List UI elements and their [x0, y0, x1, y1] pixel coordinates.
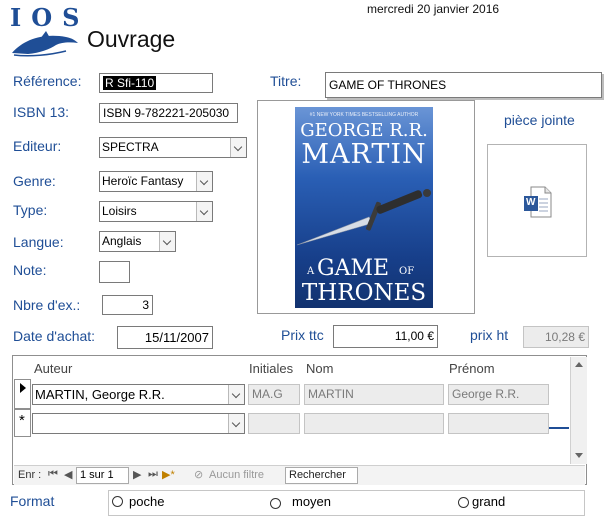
column-header-nom: Nom — [306, 361, 334, 376]
new-nom-field — [304, 413, 444, 434]
first-record-icon[interactable]: ⏮ — [48, 468, 58, 481]
auteurs-subform: Auteur Initiales Nom Prénom * MARTIN, Ge… — [12, 355, 587, 485]
langue-value: Anglais — [102, 234, 142, 248]
record-selector-new[interactable]: * — [14, 409, 31, 437]
record-selector-current[interactable] — [14, 379, 31, 409]
column-header-auteur: Auteur — [34, 361, 73, 376]
date-achat-label: Date d'achat: — [13, 328, 96, 344]
cover-title-game: GAME — [317, 256, 390, 281]
isbn-input[interactable]: ISBN 9-782221-205030 — [99, 103, 238, 123]
chevron-down-icon[interactable] — [196, 202, 212, 221]
langue-select[interactable]: Anglais — [99, 231, 176, 252]
cover-author-line2: MARTIN — [301, 139, 427, 170]
book-cover-image: #1 NEW YORK TIMES BESTSELLING AUTHOR GEO… — [295, 107, 433, 308]
logo-text: IOS — [10, 3, 90, 32]
cover-title-a: A — [307, 266, 315, 277]
editeur-label: Editeur: — [13, 138, 62, 154]
dolphin-icon — [12, 31, 78, 57]
genre-select[interactable]: Heroïc Fantasy — [99, 171, 213, 192]
titre-input[interactable]: GAME OF THRONES — [325, 72, 602, 98]
record-navigation-bar: Enr : ⏮ ◀ 1 sur 1 ▶ ⏭ ▶* ⊘ Aucun filtre … — [14, 465, 585, 485]
format-label: Format — [10, 493, 55, 509]
cover-top-line: #1 NEW YORK TIMES BESTSELLING AUTHOR — [309, 112, 419, 118]
format-radio-moyen[interactable] — [270, 498, 281, 509]
previous-record-icon[interactable]: ◀ — [64, 468, 72, 481]
new-initiales-field — [248, 413, 300, 434]
auteur-value: MARTIN, George R.R. — [35, 387, 165, 402]
no-filter-icon[interactable]: ⊘ — [194, 468, 203, 481]
new-record-marker: * — [19, 412, 25, 429]
chevron-down-icon[interactable] — [159, 232, 175, 251]
sword-icon — [296, 189, 431, 246]
prenom-value: George R.R. — [448, 384, 549, 405]
new-auteur-select[interactable] — [32, 413, 245, 434]
no-filter-label[interactable]: Aucun filtre — [209, 469, 264, 481]
initiales-value: MA.G — [248, 384, 300, 405]
scroll-up-icon[interactable] — [575, 362, 583, 367]
form-title: Ouvrage — [87, 26, 176, 52]
genre-value: Heroïc Fantasy — [102, 174, 184, 188]
format-radio-grand[interactable] — [458, 497, 469, 508]
type-select[interactable]: Loisirs — [99, 201, 213, 222]
column-header-prenom: Prénom — [449, 361, 495, 376]
note-label: Note: — [13, 262, 47, 278]
ios-logo: IOS — [10, 3, 80, 58]
reference-input[interactable]: R Sfi-110 — [99, 73, 213, 93]
nbre-label: Nbre d'ex.: — [13, 297, 81, 313]
chevron-down-icon[interactable] — [196, 172, 212, 191]
chevron-down-icon[interactable] — [228, 414, 244, 433]
record-position-field[interactable]: 1 sur 1 — [76, 467, 129, 484]
langue-label: Langue: — [13, 234, 64, 250]
scroll-down-icon[interactable] — [575, 453, 583, 458]
vertical-scrollbar[interactable] — [570, 357, 587, 464]
genre-label: Genre: — [13, 173, 56, 189]
prix-ttc-input[interactable]: 11,00 € — [333, 325, 438, 348]
current-date: mercredi 20 janvier 2016 — [367, 2, 500, 16]
last-record-icon[interactable]: ⏭ — [148, 468, 158, 481]
format-option-grand[interactable]: grand — [472, 494, 505, 509]
editeur-value: SPECTRA — [102, 140, 159, 154]
piece-jointe-label: pièce jointe — [504, 112, 575, 128]
new-record-icon[interactable]: ▶* — [162, 468, 175, 481]
nom-value: MARTIN — [304, 384, 444, 405]
chevron-down-icon[interactable] — [228, 385, 244, 404]
next-record-icon[interactable]: ▶ — [133, 468, 141, 481]
editeur-select[interactable]: SPECTRA — [99, 137, 247, 158]
prix-ttc-label: Prix ttc — [281, 327, 324, 343]
prix-ht-value: 10,28 € — [523, 326, 589, 348]
cover-title-of: OF — [399, 266, 415, 277]
prix-ht-label: prix ht — [470, 327, 509, 343]
new-prenom-field — [448, 413, 549, 434]
format-radio-poche[interactable] — [112, 496, 123, 507]
cover-title-thrones: THRONES — [301, 280, 427, 306]
type-label: Type: — [13, 202, 48, 218]
type-value: Loisirs — [102, 204, 137, 218]
format-option-poche[interactable]: poche — [129, 494, 164, 509]
attachment-box[interactable]: W — [487, 144, 587, 257]
titre-label: Titre: — [270, 73, 302, 89]
format-option-group — [108, 490, 585, 516]
format-option-moyen[interactable]: moyen — [292, 494, 331, 509]
word-icon-letter: W — [526, 197, 536, 208]
nav-label: Enr : — [18, 469, 42, 481]
date-achat-input[interactable]: 15/11/2007 — [117, 326, 213, 349]
reference-value: R Sfi-110 — [103, 76, 157, 90]
reference-label: Référence: — [13, 73, 82, 89]
cover-frame: #1 NEW YORK TIMES BESTSELLING AUTHOR GEO… — [257, 100, 475, 314]
column-header-initiales: Initiales — [249, 361, 294, 376]
note-input[interactable] — [99, 261, 130, 283]
chevron-down-icon[interactable] — [230, 138, 246, 157]
row-divider — [549, 427, 569, 429]
nbre-input[interactable]: 3 — [102, 295, 153, 315]
current-record-arrow-icon — [20, 383, 26, 393]
search-input[interactable]: Rechercher — [285, 467, 358, 484]
auteur-select[interactable]: MARTIN, George R.R. — [32, 384, 245, 405]
cover-author-line1: GEORGE R.R. — [300, 120, 428, 141]
isbn-label: ISBN 13: — [13, 104, 70, 120]
